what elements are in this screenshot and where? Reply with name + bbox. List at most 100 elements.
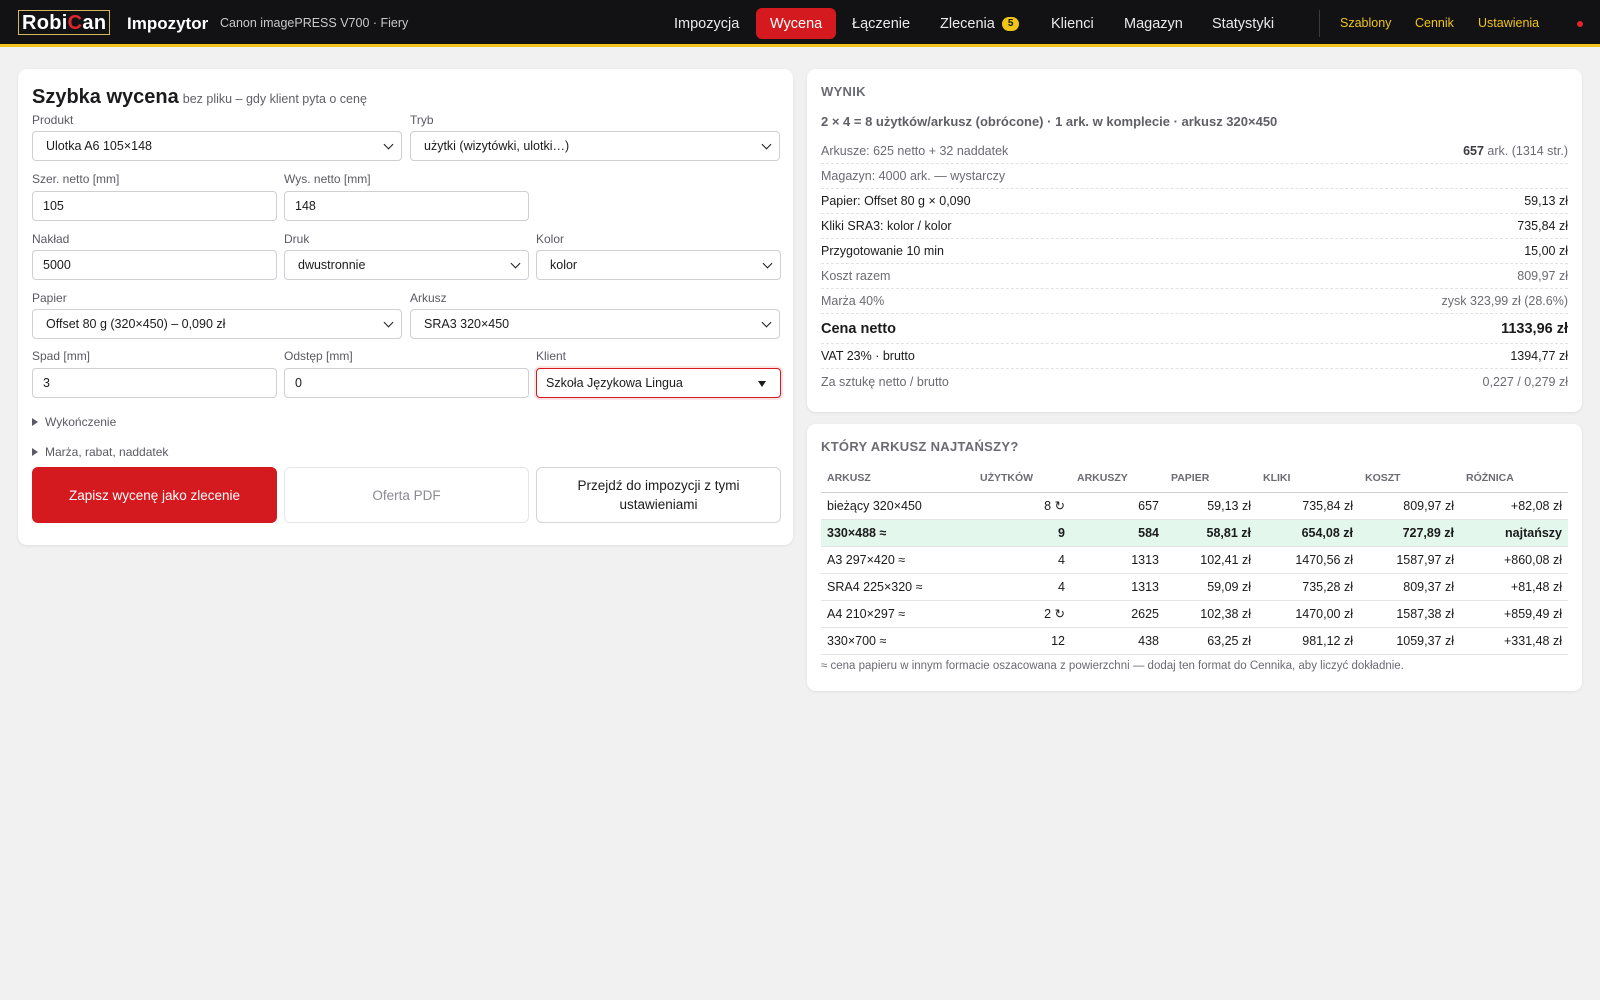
sheet-comparison-card: KTÓRY ARKUSZ NAJTAŃSZY? ARKUSZ UŻYTKÓW A… <box>807 424 1582 691</box>
link-cennik[interactable]: Cennik <box>1415 16 1454 30</box>
bleed-input[interactable]: 3 <box>32 368 277 398</box>
stock-label: Magazyn: 4000 ark. — wystarczy <box>821 169 1006 183</box>
table-row[interactable]: 330×700 ≈12 438 63,25 zł 981,12 zł 1059,37 z… <box>821 627 1568 655</box>
table-cell: 2625 <box>1071 600 1165 628</box>
margin-label: Marża 40% <box>821 294 885 308</box>
unit-price-value: 0,227 / 0,279 zł <box>1482 374 1568 389</box>
table-row-cheapest[interactable]: 330×488 ≈9 584 58,81 zł 654,08 zł 727,89 zł n… <box>821 519 1568 547</box>
table-cell: 63,25 zł <box>1165 627 1257 655</box>
nav-klienci[interactable]: Klienci <box>1037 8 1108 39</box>
print-select[interactable]: dwustronnie <box>284 250 529 280</box>
nav-magazyn[interactable]: Magazyn <box>1110 8 1197 39</box>
table-cell: 330×700 ≈ <box>821 627 974 655</box>
sheet-label: Arkusz <box>410 291 447 305</box>
height-label: Wys. netto [mm] <box>284 172 371 186</box>
paper-cost-value: 59,13 zł <box>1524 194 1568 208</box>
chevron-down-icon <box>762 258 773 269</box>
table-cell: 809,37 zł <box>1359 573 1460 601</box>
table-cell: +82,08 zł <box>1460 492 1568 520</box>
color-label: Kolor <box>536 232 565 246</box>
paper-select[interactable]: Offset 80 g (320×450) – 0,090 zł <box>32 309 402 339</box>
table-cell: 59,13 zł <box>1165 492 1257 520</box>
link-ustawienia[interactable]: Ustawienia <box>1478 16 1539 30</box>
bleed-label: Spad [mm] <box>32 349 91 363</box>
chevron-down-icon <box>383 317 394 328</box>
margin-discount-toggle[interactable]: Marża, rabat, naddatek <box>32 445 168 459</box>
expand-arrow-icon <box>32 418 38 426</box>
height-input[interactable]: 148 <box>284 191 529 221</box>
table-cell: 584 <box>1071 519 1165 547</box>
clicks-value: 735,84 zł <box>1517 219 1568 233</box>
table-cell: 1470,56 zł <box>1257 546 1359 574</box>
nav-zlecenia[interactable]: Zlecenia 5 <box>926 8 1033 39</box>
width-label: Szer. netto [mm] <box>32 172 120 186</box>
app-title: Impozytor <box>127 14 209 33</box>
table-cell: 657 <box>1071 492 1165 520</box>
table-cell: A3 297×420 ≈ <box>821 546 974 574</box>
table-cell: 654,08 zł <box>1257 519 1359 547</box>
net-price-value: 1133,96 zł <box>1501 320 1568 337</box>
layout-summary: 2 × 4 = 8 użytków/arkusz (obrócone) · 1 … <box>821 114 1278 129</box>
table-row[interactable]: SRA4 225×320 ≈4 1313 59,09 zł 735,28 zł 809,… <box>821 573 1568 601</box>
col-header: UŻYTKÓW <box>974 465 1071 493</box>
table-cell: 4 <box>974 573 1071 601</box>
table-row[interactable]: A3 297×420 ≈4 1313 102,41 zł 1470,56 zł 1587… <box>821 546 1568 574</box>
table-cell: 8 ↻ <box>974 492 1071 520</box>
margin-value: zysk 323,99 zł (28.6%) <box>1441 294 1568 308</box>
finishing-toggle[interactable]: Wykończenie <box>32 415 116 429</box>
table-cell: 12 <box>974 627 1071 655</box>
go-to-imposition-button[interactable]: Przejdź do impozycji z tymi ustawieniami <box>536 467 781 523</box>
table-cell: 809,97 zł <box>1359 492 1460 520</box>
vat-label: VAT 23% · brutto <box>821 349 915 363</box>
product-select[interactable]: Ulotka A6 105×148 <box>32 131 402 161</box>
prep-label: Przygotowanie 10 min <box>821 244 944 258</box>
col-header: ARKUSZ <box>821 465 974 493</box>
link-szablony[interactable]: Szablony <box>1340 16 1391 30</box>
status-dot-icon <box>1577 21 1583 27</box>
clicks-label: Kliki SRA3: kolor / kolor <box>821 219 952 233</box>
table-cell: A4 210×297 ≈ <box>821 600 974 628</box>
table-cell: najtańszy <box>1460 519 1568 547</box>
estimate-note: ≈ cena papieru w innym formacie oszacowa… <box>821 660 1404 672</box>
table-cell: 735,84 zł <box>1257 492 1359 520</box>
gap-input[interactable]: 0 <box>284 368 529 398</box>
nav-laczenie[interactable]: Łączenie <box>838 8 924 39</box>
nav-zlecenia-label: Zlecenia <box>940 15 995 32</box>
logo[interactable]: Robi Can <box>18 10 111 35</box>
unit-price-label: Za sztukę netto / brutto <box>821 374 949 389</box>
result-card: WYNIK 2 × 4 = 8 użytków/arkusz (obrócone… <box>807 69 1582 412</box>
col-header: KOSZT <box>1359 465 1460 493</box>
chevron-down-icon <box>383 139 394 150</box>
client-select[interactable]: Szkoła Językowa Lingua <box>536 368 781 398</box>
quantity-input[interactable]: 5000 <box>32 250 277 280</box>
net-price-row: Cena netto 1133,96 zł <box>821 314 1568 344</box>
sheet-select[interactable]: SRA3 320×450 <box>410 309 780 339</box>
width-input[interactable]: 105 <box>32 191 277 221</box>
chevron-down-icon <box>761 317 772 328</box>
sheets-row: Arkusze: 625 netto + 32 naddatek 657 ark… <box>821 139 1568 164</box>
table-cell: 1059,37 zł <box>1359 627 1460 655</box>
table-row[interactable]: bieżący 320×450 8 ↻ 657 59,13 zł 735,84 zł 80… <box>821 492 1568 520</box>
color-select[interactable]: kolor <box>536 250 781 280</box>
table-cell: 9 <box>974 519 1071 547</box>
table-cell: 1587,38 zł <box>1359 600 1460 628</box>
col-header: KLIKI <box>1257 465 1359 493</box>
margin-row: Marża 40% zysk 323,99 zł (28.6%) <box>821 289 1568 314</box>
table-row[interactable]: A4 210×297 ≈2 ↻ 2625 102,38 zł 1470,00 zł 15… <box>821 600 1568 628</box>
save-as-order-button[interactable]: Zapisz wycenę jako zlecenie <box>32 467 277 523</box>
table-cell: +331,48 zł <box>1460 627 1568 655</box>
nav-statystyki[interactable]: Statystyki <box>1198 8 1288 39</box>
client-label: Klient <box>536 349 567 363</box>
unit-price-row: Za sztukę netto / brutto 0,227 / 0,279 z… <box>821 369 1568 394</box>
nav-divider <box>1319 10 1320 37</box>
col-header: PAPIER <box>1165 465 1257 493</box>
mode-select[interactable]: użytki (wizytówki, ulotki…) <box>410 131 780 161</box>
nav-impozycja[interactable]: Impozycja <box>660 8 753 39</box>
chevron-down-icon <box>510 258 521 269</box>
table-cell: +859,49 zł <box>1460 600 1568 628</box>
pdf-offer-button[interactable]: Oferta PDF <box>284 467 529 523</box>
sheets-label: Arkusze: 625 netto + 32 naddatek <box>821 144 1009 158</box>
table-cell: 330×488 ≈ <box>821 519 974 547</box>
nav-wycena[interactable]: Wycena <box>756 8 837 39</box>
paper-cost-row: Papier: Offset 80 g × 0,090 59,13 zł <box>821 189 1568 214</box>
